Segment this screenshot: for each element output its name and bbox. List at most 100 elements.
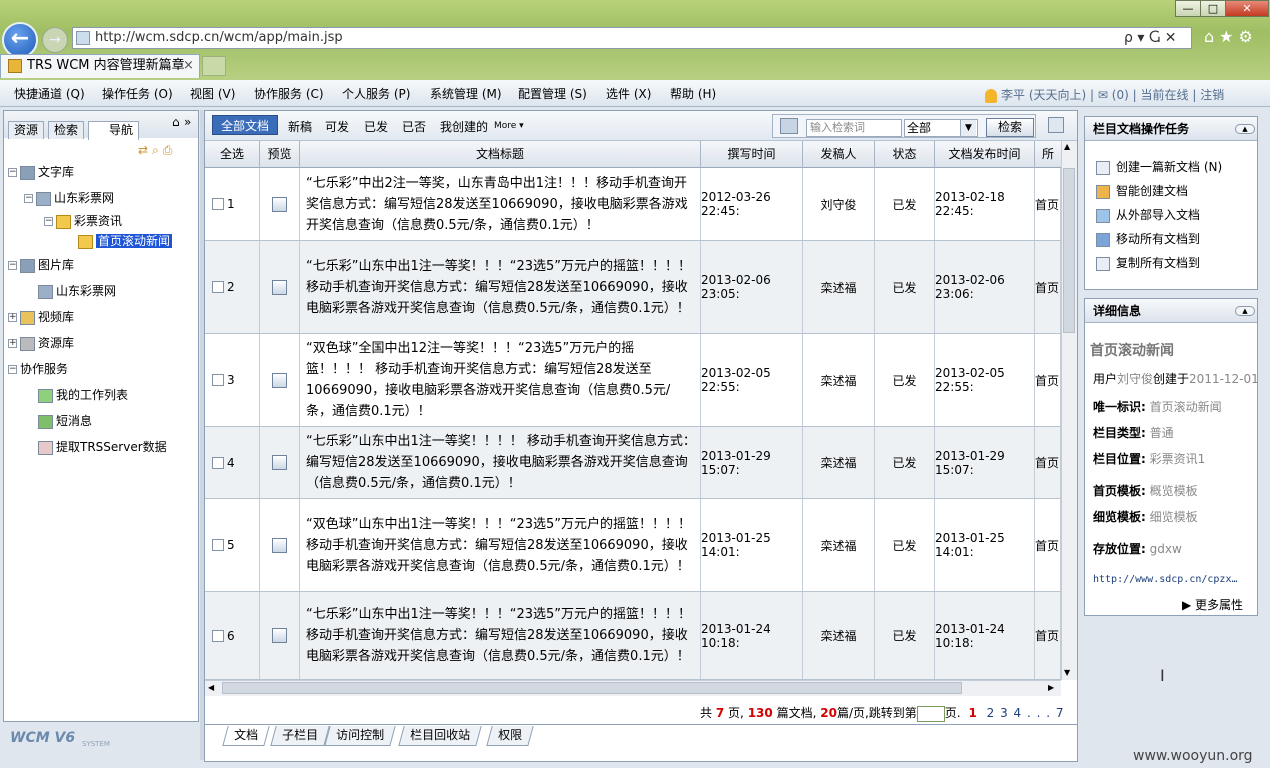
tree-node[interactable]: − 文字库 — [8, 164, 74, 180]
table-row[interactable]: 6 “七乐彩”山东中出1注一等奖！！！“23选5”万元户的摇篮！！！！ 移动手机查… — [205, 592, 1061, 680]
mail-link[interactable]: ✉ (0) — [1098, 88, 1129, 102]
header-location[interactable]: 所 — [1035, 141, 1061, 168]
horizontal-scroll-thumb[interactable] — [222, 682, 962, 694]
tree-node[interactable]: − 山东彩票网 — [24, 190, 114, 206]
table-row[interactable]: 5 “双色球”山东中出1注一等奖！！！“23选5”万元户的摇篮！！！！ 移动手机查… — [205, 499, 1061, 592]
online-users-link[interactable]: 当前在线 — [1140, 88, 1188, 102]
row-checkbox[interactable] — [212, 539, 224, 551]
collapse-icon[interactable]: − — [8, 168, 17, 177]
logout-link[interactable]: 注销 — [1200, 88, 1224, 102]
tree-tool-icons[interactable]: ⇄⌕⎙ — [138, 143, 176, 158]
address-bar[interactable]: http://wcm.sdcp.cn/wcm/app/main.jsp — [72, 27, 1192, 49]
tree-node[interactable]: + 资源库 — [8, 335, 74, 351]
table-row[interactable]: 4 “七乐彩”山东中出1注一等奖！！！！ 移动手机查询开奖信息方式：编写短信28发… — [205, 427, 1061, 499]
collapse-icon[interactable]: − — [8, 365, 17, 374]
menu-tasks[interactable]: 操作任务 (O) — [102, 85, 173, 102]
tree-node[interactable]: − 图片库 — [8, 257, 74, 273]
refresh-icon[interactable] — [1048, 117, 1064, 133]
header-publish-time[interactable]: 文档发布时间 — [935, 141, 1035, 168]
row-checkbox[interactable] — [212, 456, 224, 469]
header-author[interactable]: 发稿人 — [803, 141, 875, 168]
task-copy-all[interactable]: 复制所有文档到 — [1096, 254, 1200, 271]
preview-icon[interactable] — [272, 628, 287, 643]
page-jump-input[interactable] — [916, 705, 945, 722]
collapse-icon[interactable]: ▲ — [1235, 124, 1255, 134]
new-tab-button[interactable] — [202, 56, 226, 76]
filter-new[interactable]: 新稿 — [288, 118, 312, 135]
expand-icon[interactable]: + — [8, 339, 17, 348]
tree-node[interactable]: 山东彩票网 — [38, 283, 116, 299]
table-row[interactable]: 2 “七乐彩”山东中出1注一等奖！！！“23选5”万元户的摇篮！！！！ 移动手机查… — [205, 241, 1061, 334]
header-title[interactable]: 文档标题 — [300, 141, 701, 168]
header-select-all[interactable]: 全选 — [205, 141, 260, 168]
task-import[interactable]: 从外部导入文档 — [1096, 206, 1200, 223]
expand-more[interactable]: » — [184, 115, 191, 129]
home-favorites-settings-icons[interactable]: ⌂★⚙ — [1204, 27, 1258, 46]
collapse-icon[interactable]: − — [24, 194, 33, 203]
menu-quick-access[interactable]: 快捷通道 (Q) — [14, 85, 85, 102]
row-checkbox[interactable] — [212, 198, 224, 210]
tab-close-icon[interactable]: × — [183, 55, 194, 77]
menu-help[interactable]: 帮助 (H) — [670, 85, 716, 102]
channel-url-link[interactable]: http://www.sdcp.cn/cpzx… — [1093, 574, 1238, 585]
tree-node-selected[interactable]: 首页滚动新闻 — [78, 233, 173, 249]
expand-icon[interactable]: + — [8, 313, 17, 322]
tab-resources[interactable]: 资源 — [8, 121, 45, 139]
vertical-scroll-thumb[interactable] — [1063, 168, 1075, 333]
collapse-icon[interactable]: ▲ — [1235, 306, 1255, 316]
filter-more[interactable]: More ▾ — [494, 121, 524, 131]
task-smart-create[interactable]: 智能创建文档 — [1096, 182, 1188, 199]
forward-button[interactable]: → — [42, 27, 68, 53]
tab-search[interactable]: 检索 — [48, 121, 85, 139]
filter-published[interactable]: 已发 — [364, 118, 388, 135]
tab-subchannels[interactable]: 子栏目 — [270, 726, 330, 746]
tree-node[interactable]: + 视频库 — [8, 309, 74, 325]
preview-icon[interactable] — [272, 537, 287, 553]
tree-node[interactable]: − 彩票资讯 — [44, 213, 122, 229]
preview-icon[interactable] — [272, 372, 287, 388]
tree-node[interactable]: − 协作服务 — [8, 361, 1119, 377]
tree-node[interactable]: 我的工作列表 — [38, 387, 128, 403]
scroll-left-icon[interactable]: ◀ — [208, 683, 214, 692]
tab-navigation[interactable]: 导航 — [88, 121, 140, 140]
browser-tab[interactable]: TRS WCM 内容管理新篇章 — [0, 54, 200, 78]
menu-view[interactable]: 视图 (V) — [190, 85, 235, 102]
filter-publishable[interactable]: 可发 — [325, 118, 349, 135]
filter-mine[interactable]: 我创建的 — [440, 118, 488, 135]
scroll-right-icon[interactable]: ▶ — [1048, 683, 1054, 692]
preview-icon[interactable] — [272, 455, 287, 470]
header-written-time[interactable]: 撰写时间 — [701, 141, 803, 168]
search-input[interactable]: 输入检索词 — [806, 119, 902, 137]
doc-title-link[interactable]: “七乐彩”山东中出1注一等奖！！！！ 移动手机查询开奖信息方式：编写短信28发送… — [300, 431, 700, 494]
menu-collab[interactable]: 协作服务 (C) — [254, 85, 324, 102]
maximize-button[interactable]: □ — [1200, 0, 1226, 17]
menu-system[interactable]: 系统管理 (M) — [430, 85, 502, 102]
header-status[interactable]: 状态 — [875, 141, 935, 168]
doc-title-link[interactable]: “双色球”山东中出1注一等奖！！！“23选5”万元户的摇篮！！！！ 移动手机查询… — [300, 514, 700, 577]
tree-node[interactable]: 提取TRSServer数据 — [38, 439, 167, 455]
task-move-all[interactable]: 移动所有文档到 — [1096, 230, 1200, 247]
more-properties-link[interactable]: ▶ 更多属性 — [1182, 596, 1243, 613]
menu-personal[interactable]: 个人服务 (P) — [342, 85, 410, 102]
row-checkbox[interactable] — [212, 281, 224, 293]
row-checkbox[interactable] — [212, 629, 224, 642]
filter-all-docs[interactable]: 全部文档 — [212, 115, 278, 135]
page-links[interactable]: 2 3 4 . . . 7 — [987, 706, 1065, 720]
tab-permissions[interactable]: 权限 — [486, 726, 534, 746]
filter-rejected[interactable]: 已否 — [402, 118, 426, 135]
preview-icon[interactable] — [272, 279, 287, 295]
menu-config[interactable]: 配置管理 (S) — [518, 85, 587, 102]
preview-icon[interactable] — [272, 196, 287, 212]
close-window-button[interactable]: ✕ — [1225, 0, 1269, 17]
tab-access-control[interactable]: 访问控制 — [324, 726, 396, 746]
address-tools[interactable]: ρ ▾ Ⴚ ✕ — [1124, 27, 1176, 49]
back-button[interactable]: ← — [2, 22, 38, 58]
scroll-up-icon[interactable]: ▲ — [1064, 142, 1070, 151]
doc-title-link[interactable]: “七乐彩”山东中出1注一等奖！！！“23选5”万元户的摇篮！！！！ 移动手机查询… — [300, 604, 700, 667]
chevron-down-icon[interactable]: ▼ — [960, 120, 976, 136]
row-checkbox[interactable] — [212, 374, 224, 386]
doc-title-link[interactable]: “双色球”全国中出12注一等奖！！！“23选5”万元户的摇篮！！！！ 移动手机查… — [300, 338, 700, 422]
home-icon[interactable]: ⌂ — [172, 115, 180, 129]
tab-documents[interactable]: 文档 — [222, 726, 270, 746]
task-create-doc[interactable]: 创建一篇新文档 (N) — [1096, 158, 1222, 175]
